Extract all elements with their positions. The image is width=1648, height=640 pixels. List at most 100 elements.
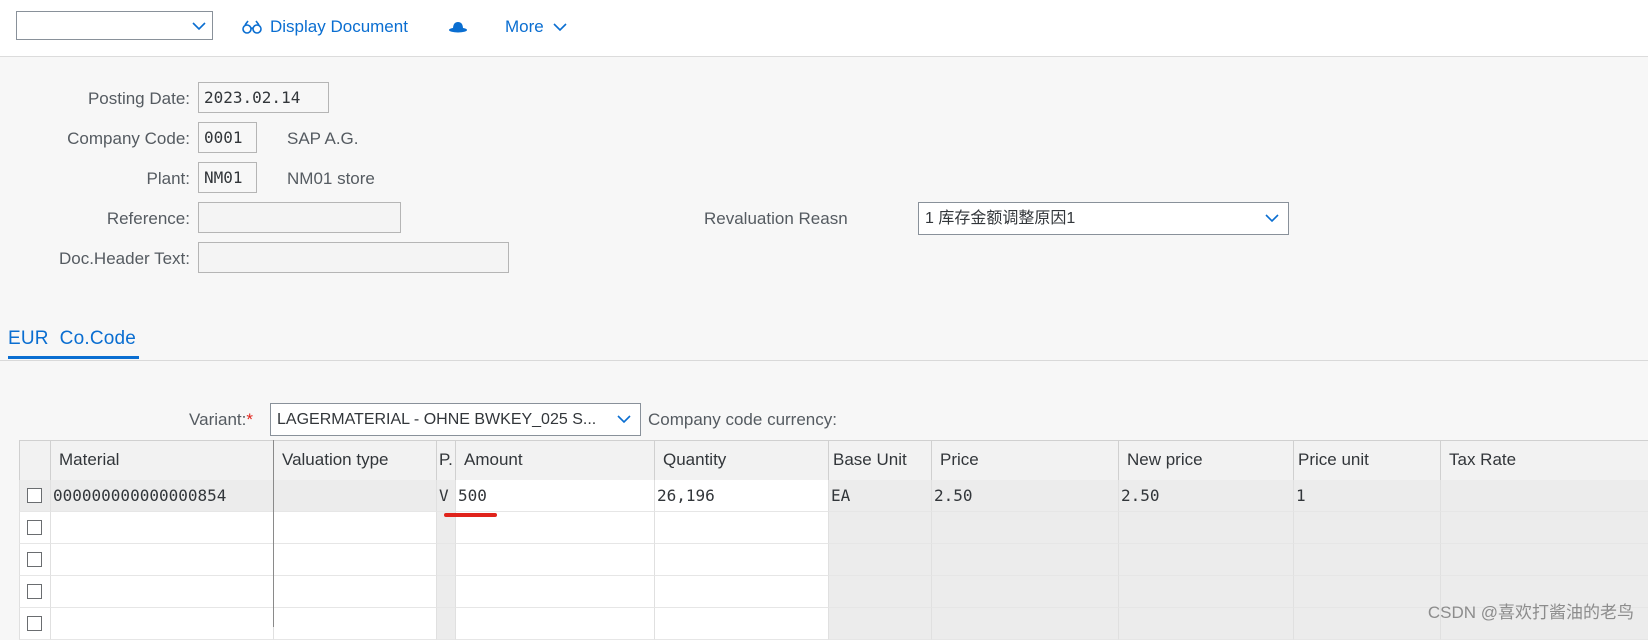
table-header: Material Valuation type P. Amount Quanti…: [19, 440, 1648, 482]
posting-date-label: Posting Date:: [87, 89, 190, 108]
select-all-cell[interactable]: [19, 441, 50, 481]
company-code-label: Company Code:: [67, 129, 190, 148]
row-selector[interactable]: [19, 576, 50, 608]
amount-cell[interactable]: [455, 576, 654, 608]
price-unit-cell: [1293, 608, 1440, 640]
revaluation-reason-value: 1 库存金额调整原因1: [925, 210, 1076, 227]
new-price-cell: [1118, 544, 1293, 576]
more-button[interactable]: More: [505, 14, 568, 40]
quantity-cell[interactable]: 26,196: [654, 480, 828, 512]
revaluation-reason-label: Revaluation Reasn: [704, 209, 848, 228]
material-cell[interactable]: [50, 576, 273, 608]
price-cell: [931, 544, 1118, 576]
price-cell: [931, 576, 1118, 608]
more-label: More: [505, 17, 544, 36]
valuation-type-cell[interactable]: [273, 608, 436, 640]
chevron-down-icon: [192, 19, 206, 37]
display-document-button[interactable]: Display Document: [242, 14, 408, 40]
base-unit-cell: [828, 512, 931, 544]
price-unit-cell: 1: [1293, 480, 1440, 512]
material-cell[interactable]: [50, 512, 273, 544]
p-cell: V: [436, 480, 455, 512]
doc-header-text-field[interactable]: [198, 242, 509, 273]
column-header-base-unit[interactable]: Base Unit: [828, 441, 931, 481]
table-row: [19, 544, 1648, 576]
revaluation-reason-select[interactable]: 1 库存金额调整原因1: [918, 202, 1289, 235]
plant-description: NM01 store: [287, 169, 375, 188]
company-code-currency-label: Company code currency:: [648, 410, 837, 429]
column-header-p[interactable]: P.: [436, 441, 455, 481]
column-header-valuation-type[interactable]: Valuation type: [273, 441, 436, 481]
toolbar-select[interactable]: [16, 11, 213, 40]
watermark: CSDN @喜欢打酱油的老鸟: [1427, 603, 1634, 622]
table-row: 000000000000000854 V 500 26,196 EA 2.50 …: [19, 480, 1648, 512]
column-header-amount[interactable]: Amount: [455, 441, 654, 481]
material-cell[interactable]: [50, 544, 273, 576]
base-unit-cell: EA: [828, 480, 931, 512]
p-cell: [436, 576, 455, 608]
base-unit-cell: [828, 576, 931, 608]
doc-header-text-label: Doc.Header Text:: [58, 249, 190, 268]
p-cell: [436, 608, 455, 640]
p-cell: [436, 544, 455, 576]
base-unit-cell: [828, 544, 931, 576]
quantity-cell[interactable]: [654, 512, 828, 544]
table-row: [19, 576, 1648, 608]
row-selector[interactable]: [19, 544, 50, 576]
row-checkbox[interactable]: [27, 616, 42, 631]
column-header-tax-rate[interactable]: Tax Rate: [1440, 441, 1648, 481]
column-header-material[interactable]: Material: [50, 441, 273, 481]
quantity-cell[interactable]: [654, 544, 828, 576]
valuation-type-cell: [273, 480, 436, 512]
tax-rate-cell: [1440, 544, 1648, 576]
quantity-cell[interactable]: [654, 608, 828, 640]
table-row: [19, 608, 1648, 640]
new-price-cell: [1118, 512, 1293, 544]
price-unit-cell: [1293, 576, 1440, 608]
posting-date-field[interactable]: 2023.02.14: [198, 82, 329, 113]
tax-rate-cell: [1440, 480, 1648, 512]
row-checkbox[interactable]: [27, 520, 42, 535]
tab-eur-co-code[interactable]: EUR Co.Code: [8, 328, 139, 359]
price-cell: [931, 512, 1118, 544]
plant-field[interactable]: NM01: [198, 162, 257, 193]
new-price-cell: 2.50: [1118, 480, 1293, 512]
plant-label: Plant:: [146, 169, 190, 188]
row-selector[interactable]: [19, 512, 50, 544]
variant-value: LAGERMATERIAL - OHNE BWKEY_025 S...: [277, 411, 597, 428]
company-code-description: SAP A.G.: [287, 129, 359, 148]
table-row: [19, 512, 1648, 544]
amount-cell[interactable]: [455, 608, 654, 640]
company-code-field[interactable]: 0001: [198, 122, 257, 153]
tax-rate-cell: [1440, 512, 1648, 544]
reference-field[interactable]: [198, 202, 401, 233]
column-header-price-unit[interactable]: Price unit: [1293, 441, 1440, 481]
row-checkbox[interactable]: [27, 552, 42, 567]
variant-select[interactable]: LAGERMATERIAL - OHNE BWKEY_025 S...: [270, 403, 641, 436]
row-selector[interactable]: [19, 480, 50, 512]
material-cell[interactable]: [50, 608, 273, 640]
valuation-type-cell[interactable]: [273, 576, 436, 608]
hat-button[interactable]: [448, 14, 476, 40]
row-selector[interactable]: [19, 608, 50, 640]
annotation-underline: [444, 513, 497, 517]
row-checkbox[interactable]: [27, 584, 42, 599]
hat-icon: [448, 20, 468, 34]
reference-label: Reference:: [106, 209, 190, 228]
column-header-new-price[interactable]: New price: [1118, 441, 1293, 481]
amount-cell[interactable]: [455, 544, 654, 576]
quantity-cell[interactable]: [654, 576, 828, 608]
glasses-icon: [242, 20, 262, 34]
column-header-price[interactable]: Price: [931, 441, 1118, 481]
new-price-cell: [1118, 608, 1293, 640]
valuation-type-cell[interactable]: [273, 512, 436, 544]
row-checkbox[interactable]: [27, 488, 42, 503]
price-cell: 2.50: [931, 480, 1118, 512]
chevron-down-icon: [552, 21, 568, 33]
amount-cell[interactable]: 500: [455, 480, 654, 512]
column-header-quantity[interactable]: Quantity: [654, 441, 828, 481]
column-split-divider[interactable]: [273, 440, 274, 627]
valuation-type-cell[interactable]: [273, 544, 436, 576]
new-price-cell: [1118, 576, 1293, 608]
variant-label: Variant:*: [0, 410, 253, 430]
